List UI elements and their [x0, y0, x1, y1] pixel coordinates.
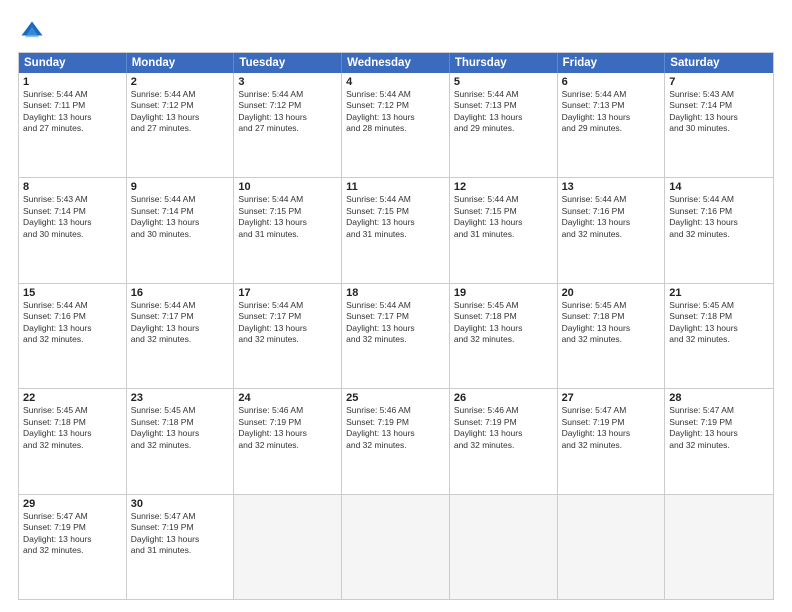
cal-cell-11: 11Sunrise: 5:44 AM Sunset: 7:15 PM Dayli…: [342, 178, 450, 282]
cal-cell-empty-4-5: [558, 495, 666, 599]
cal-cell-30: 30Sunrise: 5:47 AM Sunset: 7:19 PM Dayli…: [127, 495, 235, 599]
cal-cell-15: 15Sunrise: 5:44 AM Sunset: 7:16 PM Dayli…: [19, 284, 127, 388]
calendar: SundayMondayTuesdayWednesdayThursdayFrid…: [18, 52, 774, 600]
calendar-row-0: 1Sunrise: 5:44 AM Sunset: 7:11 PM Daylig…: [19, 73, 773, 177]
top-section: [18, 18, 774, 46]
cal-cell-24: 24Sunrise: 5:46 AM Sunset: 7:19 PM Dayli…: [234, 389, 342, 493]
calendar-header: SundayMondayTuesdayWednesdayThursdayFrid…: [19, 53, 773, 73]
cal-cell-3: 3Sunrise: 5:44 AM Sunset: 7:12 PM Daylig…: [234, 73, 342, 177]
cal-cell-26: 26Sunrise: 5:46 AM Sunset: 7:19 PM Dayli…: [450, 389, 558, 493]
cal-cell-12: 12Sunrise: 5:44 AM Sunset: 7:15 PM Dayli…: [450, 178, 558, 282]
cal-cell-27: 27Sunrise: 5:47 AM Sunset: 7:19 PM Dayli…: [558, 389, 666, 493]
cal-cell-29: 29Sunrise: 5:47 AM Sunset: 7:19 PM Dayli…: [19, 495, 127, 599]
cal-cell-1: 1Sunrise: 5:44 AM Sunset: 7:11 PM Daylig…: [19, 73, 127, 177]
page: SundayMondayTuesdayWednesdayThursdayFrid…: [0, 0, 792, 612]
header-cell-thursday: Thursday: [450, 53, 558, 73]
cal-cell-4: 4Sunrise: 5:44 AM Sunset: 7:12 PM Daylig…: [342, 73, 450, 177]
cal-cell-14: 14Sunrise: 5:44 AM Sunset: 7:16 PM Dayli…: [665, 178, 773, 282]
logo: [18, 18, 50, 46]
header-cell-tuesday: Tuesday: [234, 53, 342, 73]
header-cell-wednesday: Wednesday: [342, 53, 450, 73]
cal-cell-18: 18Sunrise: 5:44 AM Sunset: 7:17 PM Dayli…: [342, 284, 450, 388]
cal-cell-23: 23Sunrise: 5:45 AM Sunset: 7:18 PM Dayli…: [127, 389, 235, 493]
header-cell-saturday: Saturday: [665, 53, 773, 73]
cal-cell-19: 19Sunrise: 5:45 AM Sunset: 7:18 PM Dayli…: [450, 284, 558, 388]
cal-cell-empty-4-6: [665, 495, 773, 599]
cal-cell-16: 16Sunrise: 5:44 AM Sunset: 7:17 PM Dayli…: [127, 284, 235, 388]
cal-cell-8: 8Sunrise: 5:43 AM Sunset: 7:14 PM Daylig…: [19, 178, 127, 282]
cal-cell-2: 2Sunrise: 5:44 AM Sunset: 7:12 PM Daylig…: [127, 73, 235, 177]
calendar-row-2: 15Sunrise: 5:44 AM Sunset: 7:16 PM Dayli…: [19, 283, 773, 388]
cal-cell-25: 25Sunrise: 5:46 AM Sunset: 7:19 PM Dayli…: [342, 389, 450, 493]
calendar-row-3: 22Sunrise: 5:45 AM Sunset: 7:18 PM Dayli…: [19, 388, 773, 493]
logo-icon: [18, 18, 46, 46]
cal-cell-9: 9Sunrise: 5:44 AM Sunset: 7:14 PM Daylig…: [127, 178, 235, 282]
cal-cell-7: 7Sunrise: 5:43 AM Sunset: 7:14 PM Daylig…: [665, 73, 773, 177]
cal-cell-21: 21Sunrise: 5:45 AM Sunset: 7:18 PM Dayli…: [665, 284, 773, 388]
cal-cell-6: 6Sunrise: 5:44 AM Sunset: 7:13 PM Daylig…: [558, 73, 666, 177]
cal-cell-22: 22Sunrise: 5:45 AM Sunset: 7:18 PM Dayli…: [19, 389, 127, 493]
cal-cell-10: 10Sunrise: 5:44 AM Sunset: 7:15 PM Dayli…: [234, 178, 342, 282]
header-cell-friday: Friday: [558, 53, 666, 73]
cal-cell-empty-4-2: [234, 495, 342, 599]
cal-cell-28: 28Sunrise: 5:47 AM Sunset: 7:19 PM Dayli…: [665, 389, 773, 493]
calendar-body: 1Sunrise: 5:44 AM Sunset: 7:11 PM Daylig…: [19, 73, 773, 599]
cal-cell-5: 5Sunrise: 5:44 AM Sunset: 7:13 PM Daylig…: [450, 73, 558, 177]
calendar-row-4: 29Sunrise: 5:47 AM Sunset: 7:19 PM Dayli…: [19, 494, 773, 599]
cal-cell-17: 17Sunrise: 5:44 AM Sunset: 7:17 PM Dayli…: [234, 284, 342, 388]
header-cell-sunday: Sunday: [19, 53, 127, 73]
cal-cell-empty-4-3: [342, 495, 450, 599]
header-cell-monday: Monday: [127, 53, 235, 73]
cal-cell-empty-4-4: [450, 495, 558, 599]
calendar-row-1: 8Sunrise: 5:43 AM Sunset: 7:14 PM Daylig…: [19, 177, 773, 282]
cal-cell-20: 20Sunrise: 5:45 AM Sunset: 7:18 PM Dayli…: [558, 284, 666, 388]
cal-cell-13: 13Sunrise: 5:44 AM Sunset: 7:16 PM Dayli…: [558, 178, 666, 282]
